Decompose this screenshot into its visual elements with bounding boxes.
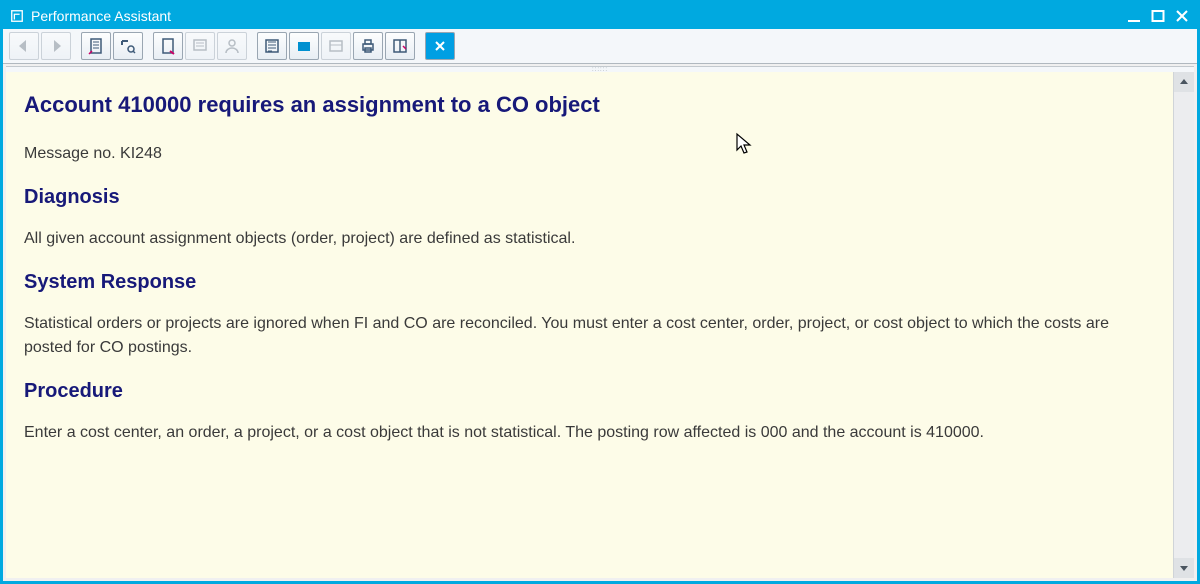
scroll-up-button[interactable] xyxy=(1174,72,1194,92)
form-button[interactable] xyxy=(185,32,215,60)
maximize-button[interactable] xyxy=(1149,8,1167,24)
procedure-heading: Procedure xyxy=(24,380,1155,403)
system-response-text: Statistical orders or projects are ignor… xyxy=(24,312,1155,360)
tools-button[interactable] xyxy=(113,32,143,60)
diagnosis-heading: Diagnosis xyxy=(24,186,1155,209)
system-response-heading: System Response xyxy=(24,271,1155,294)
page-icon xyxy=(159,37,177,55)
back-button[interactable] xyxy=(9,32,39,60)
flag-button[interactable] xyxy=(289,32,319,60)
page-button[interactable] xyxy=(153,32,183,60)
toolbar xyxy=(3,29,1197,64)
close-button[interactable] xyxy=(1173,8,1191,24)
help-content: Account 410000 requires an assignment to… xyxy=(6,72,1174,578)
layout-icon xyxy=(391,37,409,55)
box-icon xyxy=(327,37,345,55)
document-icon xyxy=(87,37,105,55)
box-button[interactable] xyxy=(321,32,351,60)
person-button[interactable] xyxy=(217,32,247,60)
performance-assistant-window: Performance Assistant xyxy=(0,0,1200,584)
person-icon xyxy=(223,37,241,55)
window-title: Performance Assistant xyxy=(31,8,171,24)
report-icon xyxy=(263,37,281,55)
chevron-down-icon xyxy=(1179,563,1189,573)
procedure-text: Enter a cost center, an order, a project… xyxy=(24,421,1155,445)
chevron-up-icon xyxy=(1179,77,1189,87)
flag-icon xyxy=(295,37,313,55)
minimize-button[interactable] xyxy=(1125,8,1143,24)
forward-button[interactable] xyxy=(41,32,71,60)
scroll-down-button[interactable] xyxy=(1174,558,1194,578)
message-heading: Account 410000 requires an assignment to… xyxy=(24,92,1155,118)
app-icon xyxy=(9,8,25,24)
print-icon xyxy=(359,37,377,55)
forward-icon xyxy=(47,37,65,55)
close-help-button[interactable] xyxy=(425,32,455,60)
layout-button[interactable] xyxy=(385,32,415,60)
vertical-scrollbar[interactable] xyxy=(1173,72,1194,578)
document-button[interactable] xyxy=(81,32,111,60)
back-icon xyxy=(15,37,33,55)
print-button[interactable] xyxy=(353,32,383,60)
titlebar: Performance Assistant xyxy=(3,3,1197,29)
message-number: Message no. KI248 xyxy=(24,142,1155,166)
report-button[interactable] xyxy=(257,32,287,60)
diagnosis-text: All given account assignment objects (or… xyxy=(24,227,1155,251)
content-area: :::::: Account 410000 requires an assign… xyxy=(6,66,1194,578)
close-icon xyxy=(431,37,449,55)
form-icon xyxy=(191,37,209,55)
tools-icon xyxy=(119,37,137,55)
